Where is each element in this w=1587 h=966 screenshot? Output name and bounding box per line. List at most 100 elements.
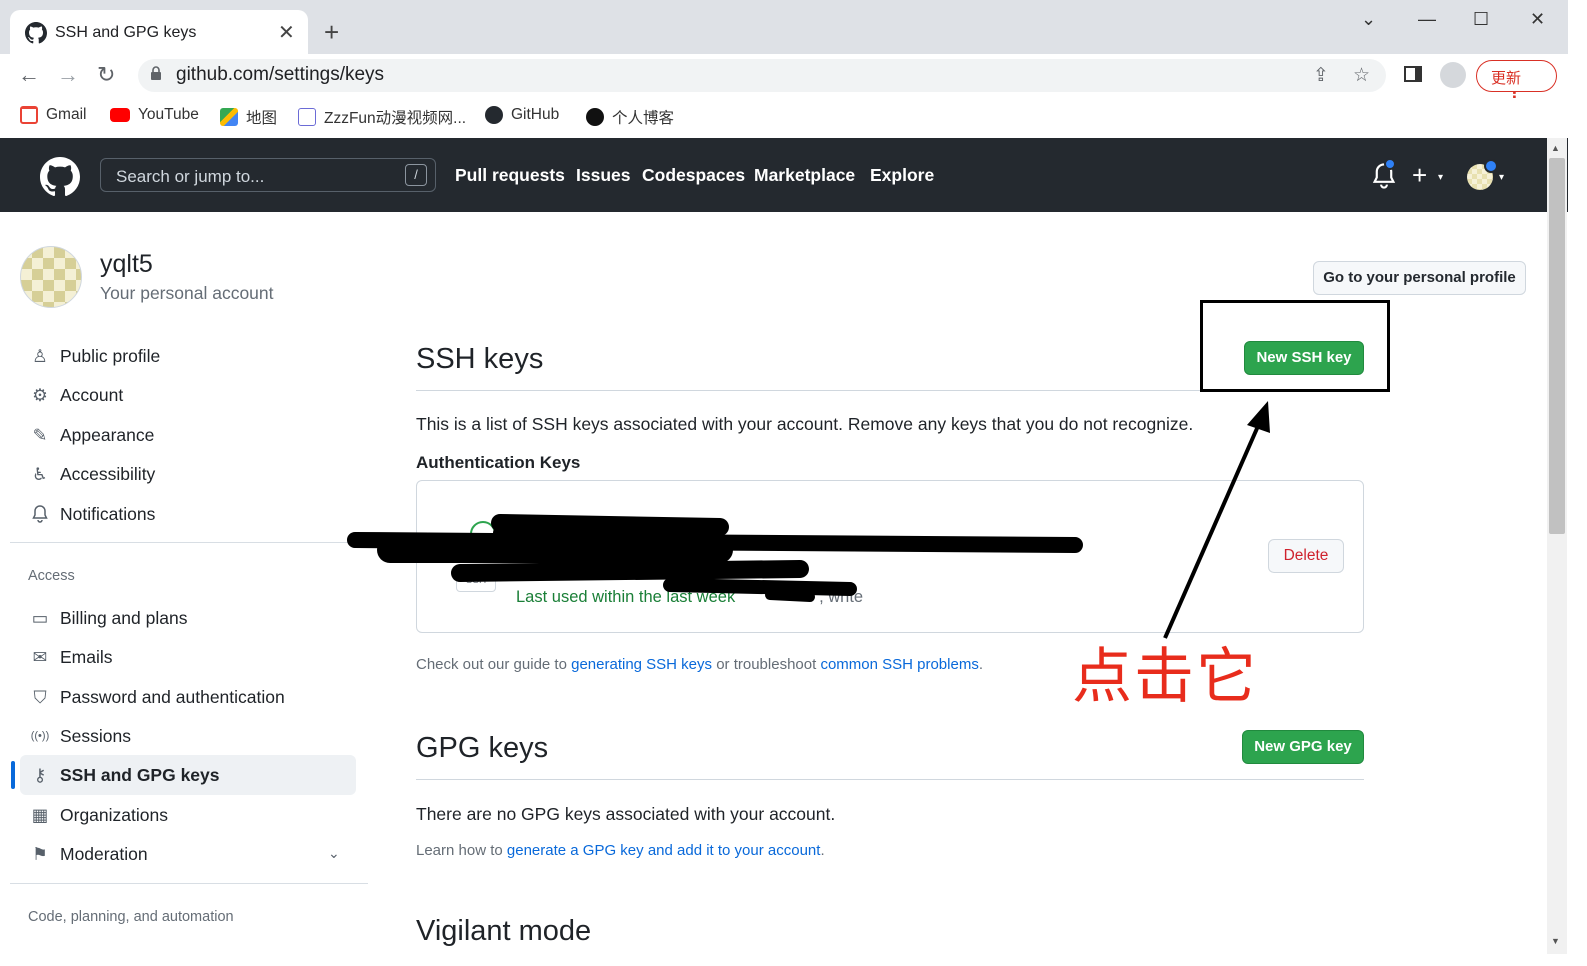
maps-icon <box>220 108 238 126</box>
notification-indicator <box>1384 158 1396 170</box>
sidebar-item-public-profile[interactable]: ♙ Public profile <box>20 336 356 376</box>
bookmark-zzzfun[interactable]: ZzzFun动漫视频网... <box>298 106 466 128</box>
organization-icon: ▦ <box>31 804 49 825</box>
blog-icon <box>586 108 604 126</box>
nav-issues[interactable]: Issues <box>576 165 630 186</box>
sidebar-item-appearance[interactable]: ✎ Appearance <box>20 415 356 455</box>
bookmark-blog[interactable]: 个人博客 <box>586 106 674 128</box>
bookmark-label: ZzzFun动漫视频网... <box>324 110 467 127</box>
github-icon <box>485 106 503 124</box>
chevron-down-icon[interactable]: ▾ <box>1438 172 1443 183</box>
maximize-button[interactable]: ☐ <box>1473 9 1489 30</box>
create-new-button[interactable]: + <box>1412 160 1427 191</box>
url-text[interactable]: github.com/settings/keys <box>176 64 384 86</box>
bookmark-label: YouTube <box>138 106 199 123</box>
generating-ssh-keys-link[interactable]: generating SSH keys <box>571 656 712 673</box>
active-indicator <box>11 761 15 789</box>
nav-pull-requests[interactable]: Pull requests <box>455 165 565 186</box>
mail-icon: ✉ <box>32 646 48 667</box>
sidebar-item-password[interactable]: ⛉ Password and authentication <box>20 677 356 717</box>
ssh-guide-text: Check out our guide to generating SSH ke… <box>416 656 983 673</box>
nav-codespaces[interactable]: Codespaces <box>642 165 745 186</box>
reload-button[interactable]: ↻ <box>97 62 115 88</box>
chevron-down-icon[interactable]: ⌄ <box>328 845 340 862</box>
bookmark-github[interactable]: GitHub <box>485 106 559 124</box>
sidebar-item-account[interactable]: ⚙ Account <box>20 375 356 415</box>
sidebar-item-emails[interactable]: ✉ Emails <box>20 637 356 677</box>
profile-icon[interactable] <box>1440 62 1466 88</box>
scrollbar-thumb[interactable] <box>1549 158 1565 534</box>
github-logo-icon[interactable] <box>40 157 80 197</box>
learn-prefix: Learn how to <box>416 842 507 859</box>
redaction-scribble <box>347 514 1083 602</box>
gmail-icon <box>20 106 38 124</box>
lock-icon[interactable] <box>150 66 162 80</box>
accessibility-icon: ♿ <box>32 463 48 484</box>
zzzfun-icon <box>298 108 316 126</box>
bookmark-youtube[interactable]: YouTube <box>110 106 199 124</box>
ssh-description: This is a list of SSH keys associated wi… <box>416 414 1194 434</box>
new-gpg-key-button[interactable]: New GPG key <box>1242 730 1364 764</box>
nav-marketplace[interactable]: Marketplace <box>754 165 855 186</box>
close-window-button[interactable]: ✕ <box>1530 9 1545 30</box>
search-placeholder: Search or jump to... <box>116 167 265 186</box>
tab-close-icon[interactable]: ✕ <box>278 20 295 45</box>
guide-suffix: . <box>978 656 983 673</box>
sidebar-item-notifications[interactable]: Notifications <box>20 494 356 534</box>
share-icon[interactable]: ⇪ <box>1313 64 1329 87</box>
sidebar-item-label: Organizations <box>60 804 168 825</box>
gpg-keys-title: GPG keys <box>416 732 549 764</box>
sidebar-heading-code: Code, planning, and automation <box>28 909 234 925</box>
sidebar-item-label: Appearance <box>60 424 155 445</box>
gpg-learn-text: Learn how to generate a GPG key and add … <box>416 842 825 859</box>
tab-search-icon[interactable]: ⌄ <box>1361 9 1376 30</box>
credit-card-icon: ▭ <box>31 607 49 628</box>
sidebar-divider <box>10 542 368 543</box>
account-subtitle: Your personal account <box>100 283 274 303</box>
github-favicon-icon <box>25 22 47 44</box>
bookmark-maps[interactable]: 地图 <box>220 106 277 128</box>
common-ssh-problems-link[interactable]: common SSH problems <box>820 656 978 673</box>
sidebar-item-ssh-gpg-keys[interactable]: ⚷ SSH and GPG keys <box>20 755 356 795</box>
gear-icon: ⚙ <box>32 384 48 405</box>
scroll-down-icon[interactable]: ▼ <box>1551 936 1560 946</box>
annotation-highlight-box <box>1200 300 1390 392</box>
sidebar-item-label: Accessibility <box>60 463 156 484</box>
guide-prefix: Check out our guide to <box>416 656 572 673</box>
bell-icon <box>30 504 50 524</box>
avatar[interactable] <box>20 246 82 308</box>
sidebar-item-billing[interactable]: ▭ Billing and plans <box>20 598 356 638</box>
forward-button[interactable]: → <box>57 62 79 88</box>
account-username: yqlt5 <box>100 250 153 278</box>
go-to-profile-button[interactable]: Go to your personal profile <box>1313 261 1526 295</box>
bookmark-gmail[interactable]: Gmail <box>20 106 86 124</box>
scroll-up-icon[interactable]: ▲ <box>1551 143 1560 153</box>
authentication-keys-title: Authentication Keys <box>416 453 581 472</box>
sidebar-item-label: Billing and plans <box>60 607 188 628</box>
search-shortcut-key: / <box>405 164 427 186</box>
learn-suffix: . <box>820 842 825 859</box>
sidebar-item-organizations[interactable]: ▦ Organizations <box>20 795 356 835</box>
minimize-button[interactable]: — <box>1418 9 1436 30</box>
generate-gpg-key-link[interactable]: generate a GPG key and add it to your ac… <box>507 842 821 859</box>
tab-title: SSH and GPG keys <box>55 24 197 41</box>
nav-explore[interactable]: Explore <box>870 165 934 186</box>
chevron-down-icon[interactable]: ▾ <box>1499 172 1504 183</box>
side-panel-icon[interactable] <box>1404 66 1422 82</box>
update-button[interactable]: 更新 ⋮ <box>1476 60 1557 106</box>
report-icon: ⚑ <box>32 843 48 864</box>
bookmark-star-icon[interactable]: ☆ <box>1353 64 1370 87</box>
sidebar-item-label: Emails <box>60 646 113 667</box>
broadcast-icon: ((•)) <box>30 730 50 742</box>
back-button[interactable]: ← <box>18 62 40 88</box>
sidebar-item-sessions[interactable]: ((•)) Sessions <box>20 716 356 756</box>
section-divider <box>416 779 1364 780</box>
sidebar-item-label: SSH and GPG keys <box>60 764 220 785</box>
sidebar-item-label: Password and authentication <box>60 686 285 707</box>
ssh-keys-title: SSH keys <box>416 343 544 375</box>
sidebar-item-moderation[interactable]: ⚑ Moderation <box>20 834 356 874</box>
sidebar-item-label: Sessions <box>60 725 132 746</box>
sidebar-item-label: Notifications <box>60 503 156 524</box>
new-tab-button[interactable]: + <box>324 17 339 48</box>
sidebar-item-accessibility[interactable]: ♿ Accessibility <box>20 454 356 494</box>
